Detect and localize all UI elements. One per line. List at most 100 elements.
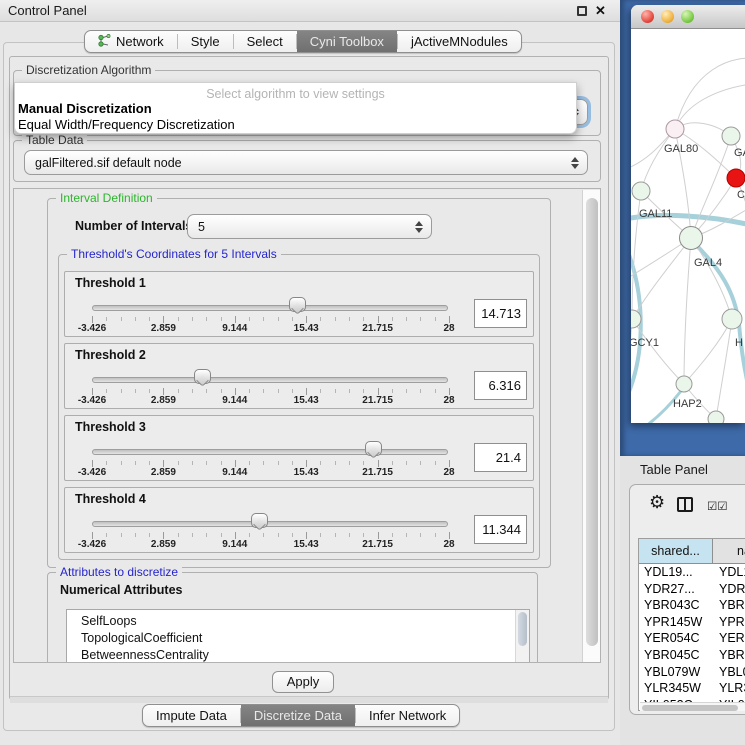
tick-mark <box>349 317 350 321</box>
tick-mark <box>178 461 179 465</box>
list-scrollbar-thumb[interactable] <box>518 612 527 646</box>
tab-cyni-toolbox[interactable]: Cyni Toolbox <box>297 31 397 52</box>
tab-jactivemnodules[interactable]: jActiveMNodules <box>398 31 521 52</box>
network-node-gal11[interactable] <box>632 182 650 200</box>
tab-discretize-data[interactable]: Discretize Data <box>241 705 355 726</box>
numerical-attributes-list[interactable]: SelfLoopsTopologicalCoefficientBetweenne… <box>66 609 530 663</box>
network-edge[interactable] <box>684 319 732 384</box>
threshold-value-field[interactable]: 11.344 <box>474 515 527 544</box>
threshold-slider-track[interactable] <box>92 305 448 311</box>
network-edge[interactable] <box>675 58 745 129</box>
attribute-list-item[interactable]: SelfLoops <box>67 613 529 630</box>
network-edge[interactable] <box>641 129 675 191</box>
axis-tick-label: -3.426 <box>78 323 106 334</box>
tab-infer-network[interactable]: Infer Network <box>356 705 459 726</box>
zoom-traffic-light-icon[interactable] <box>681 10 694 23</box>
threshold-slider-thumb[interactable] <box>365 441 381 459</box>
thresholds-group: Threshold's Coordinates for 5 Intervals … <box>58 254 540 560</box>
network-edge[interactable] <box>684 238 691 384</box>
split-view-icon[interactable] <box>677 497 693 512</box>
network-edge[interactable] <box>716 319 732 419</box>
threshold-label: Threshold 2 <box>75 348 146 362</box>
network-node[interactable] <box>708 411 724 423</box>
column-header-shared[interactable]: shared... <box>639 539 713 564</box>
float-window-icon[interactable] <box>577 6 587 16</box>
threshold-slider-track[interactable] <box>92 377 448 383</box>
algorithm-option[interactable]: Equal Width/Frequency Discretization <box>15 117 576 133</box>
table-horizontal-scrollbar[interactable] <box>640 702 745 711</box>
table-row[interactable]: YBR045CYBR0 <box>639 647 745 664</box>
network-node-h[interactable] <box>722 309 742 329</box>
close-icon[interactable]: ✕ <box>595 3 606 19</box>
network-edge[interactable] <box>675 84 745 129</box>
combo-arrows-icon <box>415 221 423 233</box>
tab-network[interactable]: Network <box>85 31 177 52</box>
threshold-slider-track[interactable] <box>92 521 448 527</box>
column-header-name[interactable]: na <box>713 539 745 564</box>
threshold-slider-thumb[interactable] <box>251 513 267 531</box>
table-row[interactable]: YBL079WYBL0 <box>639 664 745 681</box>
interval-definition-group-title: Interval Definition <box>56 191 157 205</box>
number-of-intervals-combobox[interactable]: 5 <box>187 214 432 239</box>
network-node-ga[interactable] <box>722 127 740 145</box>
network-window-titlebar[interactable] <box>631 5 745 29</box>
tick-mark <box>378 460 379 467</box>
threshold-panel-2: Threshold 2-3.4262.8599.14415.4321.71528… <box>64 343 534 409</box>
axis-tick-label: 2.859 <box>151 539 176 550</box>
network-node-c[interactable] <box>727 169 745 187</box>
threshold-value-field[interactable]: 21.4 <box>474 443 527 472</box>
gear-icon[interactable]: ⚙ <box>649 493 665 511</box>
table-row[interactable]: YPR145WYPR1 <box>639 614 745 631</box>
cell-shared-name: YER054C <box>639 630 713 647</box>
network-node-gal4[interactable] <box>680 227 703 250</box>
network-node-label: GAL80 <box>664 143 698 155</box>
network-node-label: HAP2 <box>673 398 702 410</box>
network-edge[interactable] <box>691 238 732 319</box>
tab-label: Select <box>247 34 283 49</box>
network-edge[interactable] <box>631 319 632 419</box>
cell-name: YDL1 <box>713 564 745 581</box>
tab-label: jActiveMNodules <box>411 34 508 49</box>
tab-style[interactable]: Style <box>178 31 233 52</box>
table-row[interactable]: YDL19...YDL1 <box>639 564 745 581</box>
tab-impute-data[interactable]: Impute Data <box>143 705 240 726</box>
threshold-slider-thumb[interactable] <box>194 369 210 387</box>
threshold-value-field[interactable]: 6.316 <box>474 371 527 400</box>
tick-mark <box>363 389 364 393</box>
tick-mark <box>392 317 393 321</box>
pane-scrollbar[interactable] <box>582 190 600 663</box>
table-horizontal-scrollbar-thumb[interactable] <box>642 705 738 711</box>
cell-name: YPR1 <box>713 614 745 631</box>
table-row[interactable]: YDR27...YDR2 <box>639 581 745 598</box>
close-traffic-light-icon[interactable] <box>641 10 654 23</box>
apply-button[interactable]: Apply <box>272 671 334 693</box>
threshold-value-field[interactable]: 14.713 <box>474 299 527 328</box>
algorithm-option[interactable]: Manual Discretization <box>15 101 576 117</box>
network-canvas[interactable]: GAL80GACGAL11GAL4GCY1HHAP2 <box>631 29 745 423</box>
attribute-list-item[interactable]: BetweennessCentrality <box>67 647 529 663</box>
column-checkboxes-icon[interactable]: ☑☑ <box>707 499 728 513</box>
thresholds-group-title: Threshold's Coordinates for 5 Intervals <box>67 247 281 261</box>
tick-mark <box>121 389 122 393</box>
table-row[interactable]: YBR043CYBR0 <box>639 597 745 614</box>
network-node-hap2[interactable] <box>676 376 692 392</box>
attribute-list-item[interactable]: TopologicalCoefficient <box>67 630 529 647</box>
network-node-gal80[interactable] <box>666 120 684 138</box>
tab-select[interactable]: Select <box>234 31 296 52</box>
discretization-algorithm-group-title: Discretization Algorithm <box>22 63 155 77</box>
table-row[interactable]: YER054CYER0 <box>639 630 745 647</box>
table-row[interactable]: YLR345WYLR3 <box>639 680 745 697</box>
list-scrollbar[interactable] <box>515 610 529 663</box>
tick-mark <box>121 461 122 465</box>
threshold-slider-thumb[interactable] <box>289 297 305 315</box>
minimize-traffic-light-icon[interactable] <box>661 10 674 23</box>
threshold-slider-track[interactable] <box>92 449 448 455</box>
control-panel-titlebar: Control Panel ✕ <box>0 0 620 22</box>
tab-label: Cyni Toolbox <box>310 34 384 49</box>
table-data-combobox[interactable]: galFiltered.sif default node <box>24 150 588 175</box>
pane-scrollbar-thumb[interactable] <box>586 198 598 646</box>
cell-shared-name: YBR043C <box>639 597 713 614</box>
threshold-label: Threshold 1 <box>75 276 146 290</box>
tick-mark <box>249 389 250 393</box>
tick-mark <box>221 461 222 465</box>
